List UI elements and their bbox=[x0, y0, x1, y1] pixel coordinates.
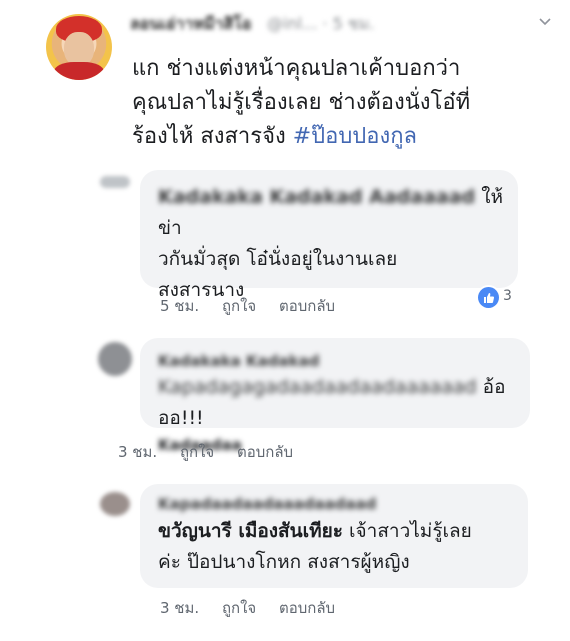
post-body-line: คุณปลาไม่รู้เรื่องเลย ช่างต้องนั่งโอ๋ที่ bbox=[132, 90, 471, 115]
reaction-count: 3 bbox=[503, 288, 512, 304]
post-author-name[interactable]: ลอนเอ่าาหมีาสิโอ bbox=[130, 14, 251, 33]
commenter-avatar[interactable] bbox=[98, 342, 132, 376]
comment-line: Kapadagagadaadaadaadaaaaaad อ้อออ!!! bbox=[158, 376, 506, 429]
like-icon[interactable] bbox=[478, 287, 499, 308]
comment-line: Kadakaka Kadakad Aadaaaad ให้ข่า bbox=[158, 186, 504, 239]
comment-body: Kadakaka Kadakad Aadaaaad ให้ข่า วกันมั่… bbox=[158, 182, 508, 306]
avatar-shirt bbox=[54, 62, 104, 80]
comment-bubble: Kadakaka Kadakad Aadaaaad ให้ข่า วกันมั่… bbox=[140, 170, 518, 301]
like-button[interactable]: ถูกใจ bbox=[222, 599, 256, 617]
comment-bubble: Kadakaka Kadakad Kapadagagadaadaadaadaaa… bbox=[140, 338, 530, 454]
comment-line: ขวัญนารี เมืองสันเทียะ เจ้าสาวไม่รู้เลย bbox=[158, 520, 472, 542]
reply-button[interactable]: ตอบกลับ bbox=[279, 599, 335, 617]
comment-actions: 5 ชม. ถูกใจ ตอบกลับ bbox=[160, 294, 353, 318]
like-button[interactable]: ถูกใจ bbox=[222, 297, 256, 315]
commenter-name[interactable]: Kapadaadaadaaadaadaad bbox=[158, 492, 518, 516]
blurred-text: Kapadagagadaadaadaadaaaaaad bbox=[158, 376, 477, 398]
post-meta: @inl... · 5 ชม. bbox=[267, 14, 375, 33]
like-button[interactable]: ถูกใจ bbox=[180, 443, 214, 461]
post-author-avatar[interactable] bbox=[46, 14, 112, 80]
post-header: ลอนเอ่าาหมีาสิโอ @inl... · 5 ชม. bbox=[130, 12, 550, 38]
commenter-name[interactable]: Kadakaka Kadakad bbox=[158, 350, 518, 372]
commenter-avatar[interactable] bbox=[100, 492, 130, 516]
comment-time: 5 ชม. bbox=[160, 297, 200, 315]
reply-button[interactable]: ตอบกลับ bbox=[237, 443, 293, 461]
comment-bubble: Kapadaadaadaaadaadaad ขวัญนารี เมืองสันเ… bbox=[140, 484, 528, 588]
post-body-line: แก ช่างแต่งหน้าคุณปลาเค้าบอกว่า bbox=[132, 56, 461, 81]
comment-time: 3 ชม. bbox=[160, 599, 200, 617]
comment-time: 3 ชม. bbox=[118, 443, 158, 461]
hashtag-link[interactable]: #ป๊อบปองกูล bbox=[293, 124, 417, 149]
commenter-avatar[interactable] bbox=[100, 176, 130, 188]
post-body: แก ช่างแต่งหน้าคุณปลาเค้าบอกว่า คุณปลาไม… bbox=[132, 52, 552, 154]
reply-button[interactable]: ตอบกลับ bbox=[279, 297, 335, 315]
comment-actions: 3 ชม. ถูกใจ ตอบกลับ bbox=[160, 596, 353, 620]
avatar-face bbox=[64, 32, 94, 66]
commenter-name[interactable]: Kadakaka Kadakad Aadaaaad bbox=[158, 186, 475, 208]
chevron-down-icon[interactable] bbox=[538, 14, 552, 28]
comment-actions: 3 ชม. ถูกใจ ตอบกลับ bbox=[118, 440, 311, 464]
mentioned-name[interactable]: ขวัญนารี เมืองสันเทียะ bbox=[158, 520, 343, 542]
comment-line: ค่ะ ป๊อปนางโกหก สงสารผู้หญิง bbox=[158, 551, 410, 573]
comment-line: วกันมั่วสุด โอ๋นั่งอยู่ในงานเลย bbox=[158, 248, 398, 270]
comment-body: Kapadaadaadaaadaadaad ขวัญนารี เมืองสันเ… bbox=[158, 492, 518, 578]
post-body-line: ร้องไห้ สงสารจัง #ป๊อบปองกูล bbox=[132, 124, 418, 149]
